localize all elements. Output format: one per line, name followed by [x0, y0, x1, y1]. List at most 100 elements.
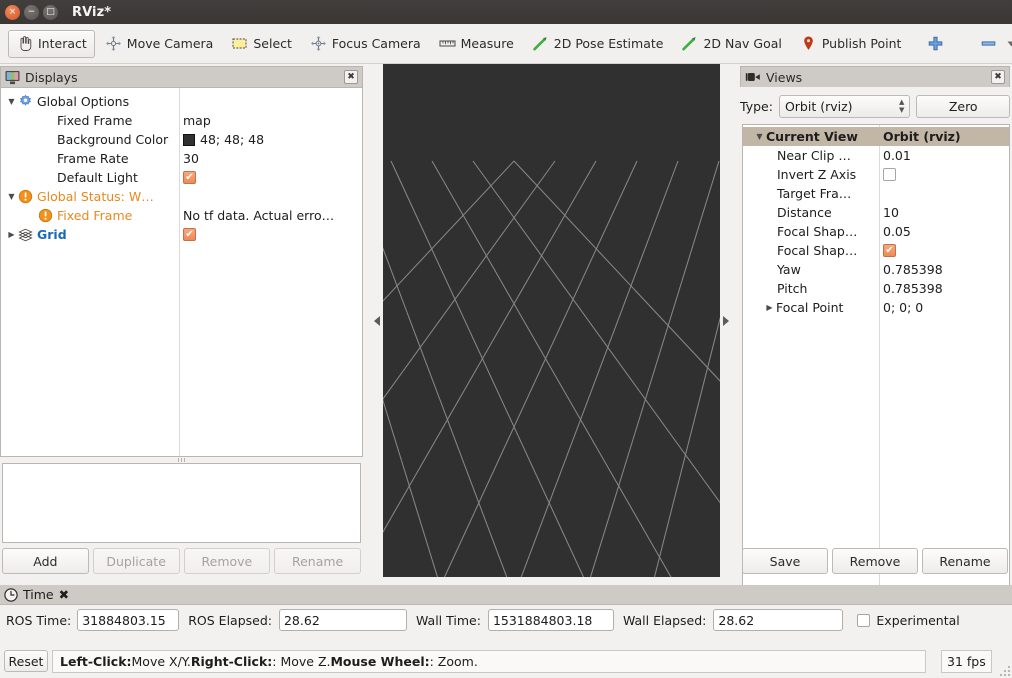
row-checkbox[interactable]: ✔: [183, 171, 196, 184]
right-splitter-collapse[interactable]: [720, 64, 732, 577]
render-viewport-3d[interactable]: [383, 64, 720, 577]
views-row-value: [883, 165, 896, 184]
display-row[interactable]: Fixed Frame No tf data. Actual erro…: [1, 206, 362, 225]
display-row[interactable]: ▼ Global Options: [1, 92, 362, 111]
tool-button-move-camera[interactable]: Move Camera: [97, 30, 222, 58]
views-row-name: Invert Z Axis: [743, 165, 856, 184]
experimental-checkbox[interactable]: [857, 613, 871, 627]
expand-twisty[interactable]: ▶: [763, 303, 776, 312]
remove-tool-button[interactable]: [972, 30, 1012, 58]
tool-button-measure[interactable]: Measure: [431, 30, 522, 58]
left-splitter-collapse[interactable]: [371, 64, 383, 577]
views-close-button[interactable]: ✖: [991, 70, 1005, 84]
views-row[interactable]: Yaw 0.785398: [743, 260, 1009, 279]
select-rectangle-icon: [232, 38, 247, 49]
displays-close-button[interactable]: ✖: [344, 70, 358, 84]
views-row-label: Invert Z Axis: [777, 167, 857, 182]
ros-elapsed-field[interactable]: 28.62: [278, 609, 407, 631]
toolbar-grip[interactable]: [4, 37, 6, 51]
display-row-name: ▼ Global Options: [1, 92, 129, 111]
display-row[interactable]: Fixed Frame map: [1, 111, 362, 130]
button-label: Save: [769, 553, 801, 569]
display-row[interactable]: Frame Rate 30: [1, 149, 362, 168]
views-row[interactable]: Pitch 0.785398: [743, 279, 1009, 298]
add-tool-button[interactable]: [919, 30, 952, 58]
wall-time-field[interactable]: 1531884803.18: [487, 609, 614, 631]
expand-twisty[interactable]: ▶: [5, 230, 18, 239]
displays-add-button[interactable]: Add: [2, 548, 89, 574]
views-row-name: Target Fra…: [743, 184, 851, 203]
row-value: 10: [883, 205, 899, 220]
row-checkbox[interactable]: ✔: [183, 228, 196, 241]
status-hint-1-bold: Left-Click:: [60, 654, 132, 669]
window-close-button[interactable]: ×: [5, 4, 20, 20]
expand-twisty[interactable]: ▼: [5, 192, 18, 201]
display-row[interactable]: Background Color 48; 48; 48: [1, 130, 362, 149]
views-save-button[interactable]: Save: [742, 548, 828, 574]
view-type-select[interactable]: Orbit (rviz) ▲ ▼: [778, 94, 911, 118]
row-checkbox[interactable]: [883, 168, 896, 181]
spinner-arrows-icon: ▲ ▼: [899, 98, 905, 114]
time-fields-row: ROS Time: 31884803.15 ROS Elapsed: 28.62…: [0, 605, 1012, 635]
camera-icon: [745, 73, 760, 81]
views-row-label: Near Clip …: [777, 148, 851, 163]
views-row[interactable]: ▶ Focal Point 0; 0; 0: [743, 298, 1009, 317]
ros-time-field[interactable]: 31884803.15: [77, 609, 180, 631]
zero-button[interactable]: Zero: [916, 94, 1010, 118]
views-row[interactable]: Focal Shap… ✔: [743, 241, 1009, 260]
views-remove-button[interactable]: Remove: [832, 548, 918, 574]
focus-camera-icon: [310, 36, 326, 51]
views-row-name: Focal Shap…: [743, 222, 857, 241]
resize-grip[interactable]: [1000, 666, 1010, 676]
button-label: Add: [33, 553, 58, 569]
wall-elapsed-value: 28.62: [718, 612, 755, 628]
views-row-value: 0.785398: [883, 260, 943, 279]
window-maximize-button[interactable]: □: [43, 4, 58, 20]
no-icon: [38, 132, 53, 147]
tool-button-focus-camera[interactable]: Focus Camera: [302, 30, 429, 58]
tool-button-publish-point[interactable]: Publish Point: [792, 30, 910, 58]
views-row-name: ▶ Focal Point: [743, 298, 843, 317]
time-close-button[interactable]: ✖: [59, 587, 69, 602]
tool-button-2d-pose-estimate[interactable]: 2D Pose Estimate: [524, 30, 672, 58]
tool-button-2d-nav-goal[interactable]: 2D Nav Goal: [673, 30, 789, 58]
views-header-row[interactable]: ▼ Current View Orbit (rviz): [743, 127, 1009, 146]
window-titlebar: × − □ RViz*: [0, 0, 1012, 24]
tool-button-interact[interactable]: Interact: [8, 29, 95, 58]
views-row-label: Yaw: [777, 262, 801, 277]
views-rename-button[interactable]: Rename: [922, 548, 1008, 574]
status-message: Left-Click: Move X/Y. Right-Click: : Mov…: [52, 650, 926, 673]
views-tree[interactable]: ▼ Current View Orbit (rviz) Near Clip … 0.01…: [742, 124, 1010, 598]
expand-twisty[interactable]: ▼: [5, 97, 18, 106]
wall-time-value: 1531884803.18: [492, 612, 593, 628]
display-row-value: 30: [183, 151, 199, 166]
window-minimize-button[interactable]: −: [24, 4, 39, 20]
views-row-label: Target Fra…: [777, 186, 852, 201]
views-row[interactable]: Focal Shap… 0.05: [743, 222, 1009, 241]
tool-button-select[interactable]: Select: [223, 30, 300, 58]
display-row[interactable]: Default Light ✔: [1, 168, 362, 187]
displays-tree[interactable]: ▼ Global Options Fixed Frame map Background …: [0, 87, 363, 457]
row-checkbox[interactable]: ✔: [883, 244, 896, 257]
views-row[interactable]: Target Fra…: [743, 184, 1009, 203]
expand-twisty[interactable]: ▼: [753, 132, 766, 141]
views-row[interactable]: Distance 10: [743, 203, 1009, 222]
views-row[interactable]: Invert Z Axis: [743, 165, 1009, 184]
display-row-label: Fixed Frame: [57, 113, 133, 128]
display-row[interactable]: ▼ Global Status: W…: [1, 187, 362, 206]
button-label: Rename: [291, 553, 344, 569]
views-row[interactable]: Near Clip … 0.01: [743, 146, 1009, 165]
tool-label: Interact: [38, 36, 87, 51]
views-type-label: Type:: [740, 98, 773, 114]
nav-goal-arrow-icon: [682, 37, 697, 51]
reset-button[interactable]: Reset: [4, 650, 48, 672]
views-header-name: ▼ Current View: [743, 127, 857, 146]
button-label: Remove: [849, 553, 901, 569]
color-swatch[interactable]: [183, 133, 195, 146]
fps-value: 31 fps: [947, 654, 986, 669]
display-row[interactable]: ▶ Grid ✔: [1, 225, 362, 244]
display-row-value: map: [183, 113, 211, 128]
tool-label: 2D Pose Estimate: [553, 36, 664, 51]
tool-label: Measure: [460, 36, 514, 51]
wall-elapsed-field[interactable]: 28.62: [713, 609, 844, 631]
